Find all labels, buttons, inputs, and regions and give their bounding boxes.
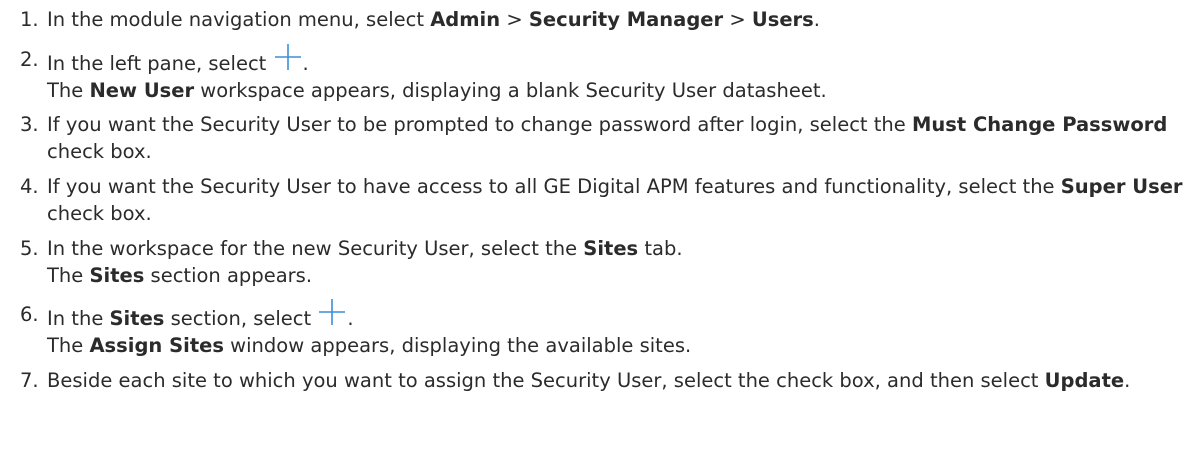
step-7: 7. Beside each site to which you want to… — [0, 367, 1197, 394]
step-result: The Assign Sites window appears, display… — [47, 334, 692, 357]
step-number: 5. — [20, 237, 39, 260]
step-number: 1. — [20, 8, 39, 31]
step-text: Beside each site to which you want to as… — [47, 369, 1131, 392]
step-result: The New User workspace appears, displayi… — [47, 79, 827, 102]
menu-users: Users — [751, 8, 814, 31]
step-text: In the left pane, select . — [47, 44, 1197, 77]
step-text: In the Sites section, select . — [47, 299, 1197, 332]
must-change-password-label: Must Change Password — [911, 113, 1168, 136]
step-text: If you want the Security User to be prom… — [47, 113, 1168, 163]
step-text: In the workspace for the new Security Us… — [47, 237, 683, 260]
step-number: 3. — [20, 113, 39, 136]
sites-tab-label: Sites — [583, 237, 639, 260]
step-number: 4. — [20, 175, 39, 198]
procedure-steps: 1. In the module navigation menu, select… — [0, 6, 1197, 394]
update-label: Update — [1044, 369, 1125, 392]
sites-section-label: Sites — [89, 264, 145, 287]
step-3: 3. If you want the Security User to be p… — [0, 111, 1197, 165]
sites-section-label: Sites — [109, 307, 165, 330]
step-6: 6. In the Sites section, select . The As… — [0, 299, 1197, 359]
step-text: In the module navigation menu, select Ad… — [47, 8, 820, 31]
menu-admin: Admin — [430, 8, 501, 31]
step-number: 2. — [20, 48, 39, 71]
menu-security-manager: Security Manager — [528, 8, 724, 31]
procedure-page: 1. In the module navigation menu, select… — [0, 0, 1197, 470]
step-4: 4. If you want the Security User to have… — [0, 173, 1197, 227]
plus-icon — [317, 299, 347, 331]
step-result: The Sites section appears. — [47, 264, 313, 287]
step-text: If you want the Security User to have ac… — [47, 175, 1183, 225]
assign-sites-label: Assign Sites — [89, 334, 224, 357]
step-1: 1. In the module navigation menu, select… — [0, 6, 1197, 33]
new-user-label: New User — [89, 79, 195, 102]
step-number: 7. — [20, 369, 39, 392]
step-5: 5. In the workspace for the new Security… — [0, 235, 1197, 289]
step-2: 2. In the left pane, select . The New Us… — [0, 44, 1197, 104]
super-user-label: Super User — [1060, 175, 1183, 198]
plus-icon — [273, 44, 303, 76]
step-number: 6. — [20, 303, 39, 326]
